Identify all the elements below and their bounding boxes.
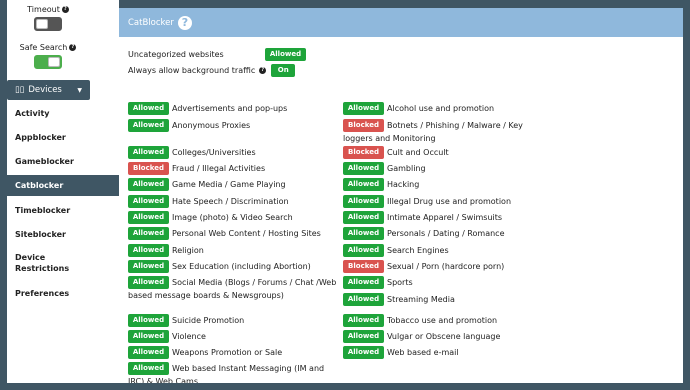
catblocker-panel: CatBlocker ? Uncategorized websites Allo… — [119, 8, 683, 383]
nav-item-appblocker[interactable]: Appblocker — [7, 128, 119, 146]
background-traffic-label: Always allow background traffic — [128, 66, 256, 75]
nav-item-preferences[interactable]: Preferences — [7, 284, 119, 302]
category-status-button[interactable]: Blocked — [343, 119, 384, 132]
category-status-button[interactable]: Allowed — [128, 346, 169, 359]
category-row: Allowed Gambling — [343, 162, 597, 175]
category-row: Allowed Web based e-mail — [343, 346, 597, 359]
category-name: Hacking — [387, 180, 420, 189]
category-name: Vulgar or Obscene language — [387, 332, 501, 341]
category-status-button[interactable]: Allowed — [343, 102, 384, 115]
category-name: Streaming Media — [387, 295, 455, 304]
category-status-button[interactable]: Allowed — [128, 146, 169, 159]
category-status-button[interactable]: Allowed — [128, 276, 169, 289]
category-row: Allowed Streaming Media — [343, 293, 597, 306]
category-status-button[interactable]: Allowed — [128, 244, 169, 257]
category-row: Blocked Botnets / Phishing / Malware / Ke… — [343, 119, 553, 145]
category-name: Alcohol use and promotion — [387, 104, 495, 113]
category-status-button[interactable]: Allowed — [128, 178, 169, 191]
help-icon[interactable]: ? — [61, 6, 69, 13]
help-icon[interactable]: ? — [259, 67, 267, 74]
category-name: Intimate Apparel / Swimsuits — [387, 213, 503, 222]
timeout-toggle[interactable] — [34, 17, 62, 31]
uncategorized-setting: Uncategorized websites Allowed — [128, 48, 306, 61]
page-title: CatBlocker — [128, 17, 174, 28]
category-status-button[interactable]: Blocked — [343, 146, 384, 159]
safe-search-setting: Safe Search? — [7, 43, 89, 69]
safe-search-toggle[interactable] — [34, 55, 62, 69]
category-status-button[interactable]: Allowed — [343, 276, 384, 289]
help-icon[interactable]: ? — [177, 15, 192, 30]
category-status-button[interactable]: Allowed — [128, 102, 169, 115]
background-traffic-setting: Always allow background traffic ? On — [128, 64, 296, 77]
category-status-button[interactable]: Allowed — [128, 314, 169, 327]
category-status-button[interactable]: Allowed — [343, 244, 384, 257]
category-row: Allowed Search Engines — [343, 244, 597, 257]
category-status-button[interactable]: Allowed — [343, 346, 384, 359]
category-row: Allowed Tobacco use and promotion — [343, 314, 597, 327]
category-name: Personals / Dating / Romance — [387, 229, 505, 238]
category-name: Illegal Drug use and promotion — [387, 197, 512, 206]
panel-header: CatBlocker ? — [119, 8, 683, 37]
background-traffic-toggle[interactable]: On — [271, 64, 296, 77]
category-name: Sexual / Porn (hardcore porn) — [387, 262, 505, 271]
category-name: Tobacco use and promotion — [387, 316, 498, 325]
category-row: Allowed Vulgar or Obscene language — [343, 330, 597, 343]
category-row: Allowed Social Media (Blogs / Forums / Ch… — [128, 276, 338, 302]
category-row: Allowed Alcohol use and promotion — [343, 102, 597, 115]
category-name: Sports — [387, 278, 413, 287]
devices-label: Devices — [28, 85, 62, 95]
category-status-button[interactable]: Allowed — [343, 195, 384, 208]
category-status-button[interactable]: Allowed — [343, 211, 384, 224]
nav-item-activity[interactable]: Activity — [7, 104, 119, 122]
help-icon[interactable]: ? — [69, 44, 77, 51]
category-row: Allowed Sports — [343, 276, 597, 289]
timeout-label: Timeout — [27, 5, 60, 14]
nav-item-gameblocker[interactable]: Gameblocker — [7, 152, 119, 170]
nav-item-timeblocker[interactable]: Timeblocker — [7, 201, 119, 219]
category-status-button[interactable]: Allowed — [343, 227, 384, 240]
category-name: Cult and Occult — [387, 148, 449, 157]
category-name: Search Engines — [387, 246, 449, 255]
category-status-button[interactable]: Allowed — [343, 314, 384, 327]
category-status-button[interactable]: Allowed — [128, 362, 169, 375]
category-row: Blocked Sexual / Porn (hardcore porn) — [343, 260, 597, 273]
category-status-button[interactable]: Allowed — [128, 227, 169, 240]
nav-item-catblocker[interactable]: Catblocker — [7, 175, 119, 196]
sidebar: Timeout? Safe Search? ▯▯ Devices ▼ Activ… — [7, 0, 119, 383]
nav-item-siteblocker[interactable]: Siteblocker — [7, 225, 119, 243]
caret-down-icon: ▼ — [77, 86, 82, 94]
category-status-button[interactable]: Blocked — [343, 260, 384, 273]
category-status-button[interactable]: Allowed — [128, 211, 169, 224]
device-icon: ▯▯ — [15, 85, 25, 95]
uncategorized-label: Uncategorized websites — [128, 50, 224, 59]
category-status-button[interactable]: Blocked — [128, 162, 169, 175]
category-name: Web based e-mail — [387, 348, 459, 357]
category-name: Gambling — [387, 164, 426, 173]
nav-item-device-restrictions[interactable]: Device Restrictions — [7, 250, 77, 276]
category-row: Blocked Cult and Occult — [343, 146, 597, 159]
timeout-setting: Timeout? — [7, 5, 89, 31]
uncategorized-status-button[interactable]: Allowed — [265, 48, 306, 61]
category-status-button[interactable]: Allowed — [128, 330, 169, 343]
safe-search-label: Safe Search — [19, 43, 68, 52]
category-status-button[interactable]: Allowed — [343, 293, 384, 306]
category-row: Allowed Illegal Drug use and promotion — [343, 195, 597, 208]
category-status-button[interactable]: Allowed — [128, 119, 169, 132]
category-row: Allowed Hacking — [343, 178, 597, 191]
category-status-button[interactable]: Allowed — [343, 330, 384, 343]
category-status-button[interactable]: Allowed — [343, 162, 384, 175]
devices-dropdown-button[interactable]: ▯▯ Devices ▼ — [7, 80, 90, 100]
category-row: Allowed Intimate Apparel / Swimsuits — [343, 211, 597, 224]
category-row: Allowed Personals / Dating / Romance — [343, 227, 597, 240]
category-row: Allowed Web based Instant Messaging (IM a… — [128, 362, 338, 383]
category-status-button[interactable]: Allowed — [343, 178, 384, 191]
category-status-button[interactable]: Allowed — [128, 195, 169, 208]
category-status-button[interactable]: Allowed — [128, 260, 169, 273]
